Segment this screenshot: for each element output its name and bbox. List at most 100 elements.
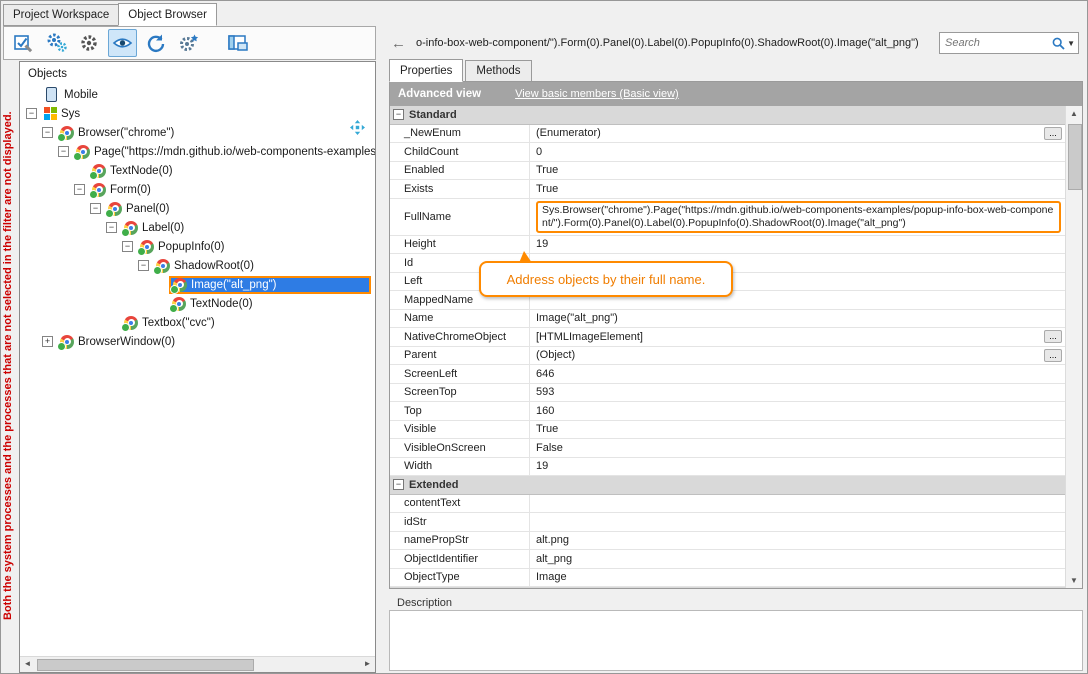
tree-node-body[interactable]: TextNode(0) [169,296,256,312]
tree-node[interactable]: −Sys [20,104,375,123]
property-row[interactable]: EnabledTrue [390,162,1065,181]
tree-horizontal-scrollbar[interactable]: ◄ ► [20,656,375,672]
property-value-text: alt.png [536,534,569,546]
tree-node-body[interactable]: Panel(0) [105,201,172,217]
property-row[interactable]: Parent(Object)... [390,347,1065,366]
properties-vertical-scrollbar[interactable]: ▲ ▼ [1065,106,1082,588]
property-row[interactable]: FullNameSys.Browser("chrome").Page("http… [390,199,1065,236]
collapse-icon[interactable]: − [393,109,404,120]
collapse-icon[interactable]: − [122,241,133,252]
collapse-icon[interactable]: − [58,146,69,157]
property-row[interactable]: NativeChromeObject[HTMLImageElement]... [390,328,1065,347]
search-dropdown-icon[interactable]: ▼ [1067,39,1075,48]
scroll-right-icon[interactable]: ► [360,657,375,671]
property-row[interactable]: Top160 [390,402,1065,421]
tab-project-workspace[interactable]: Project Workspace [3,4,119,26]
tree-node[interactable]: −PopupInfo(0) [20,237,375,256]
scroll-down-icon[interactable]: ▼ [1066,573,1082,588]
tree-root-label[interactable]: Objects [20,66,375,85]
property-name: Height [390,236,530,254]
ellipsis-button[interactable]: ... [1044,349,1062,362]
chrome-icon [124,316,138,330]
ellipsis-button[interactable]: ... [1044,127,1062,140]
property-row[interactable]: ObjectIdentifieralt_png [390,550,1065,569]
property-row[interactable]: idStr [390,513,1065,532]
property-row[interactable]: _NewEnum(Enumerator)... [390,125,1065,144]
tab-properties[interactable]: Properties [389,59,463,82]
map-object-button[interactable] [9,29,38,57]
search-icon[interactable] [1052,37,1065,50]
property-value: 646 [530,365,1065,383]
property-row[interactable]: Width19 [390,458,1065,477]
section-header-standard[interactable]: −Standard [390,106,1065,125]
property-row[interactable]: Height19 [390,236,1065,255]
tree-node[interactable]: −Page("https://mdn.github.io/web-compone… [20,142,375,161]
tools-button[interactable] [174,29,203,57]
search-input[interactable] [940,37,1052,49]
section-header-chrome[interactable]: −Chrome [390,587,1065,588]
tree-node-body[interactable]: Browser("chrome") [57,125,177,141]
tree-node-body[interactable]: Textbox("cvc") [121,315,218,331]
tree-node[interactable]: + BrowserWindow(0) [20,332,375,351]
scroll-left-icon[interactable]: ◄ [20,657,35,671]
tree-node-body[interactable]: ShadowRoot(0) [153,258,257,274]
property-row[interactable]: contentText [390,495,1065,514]
object-mapping-button[interactable] [42,29,71,57]
tab-object-browser[interactable]: Object Browser [118,3,217,26]
tree-node[interactable]: TextNode(0) [20,294,375,313]
property-row[interactable]: NameImage("alt_png") [390,310,1065,329]
tree-node[interactable]: −Panel(0) [20,199,375,218]
section-header-extended[interactable]: −Extended [390,476,1065,495]
collapse-icon[interactable]: − [393,479,404,490]
tree-node-body[interactable]: Mobile [41,86,101,103]
scrollbar-thumb[interactable] [1068,124,1082,190]
property-value: alt_png [530,550,1065,568]
collapse-icon[interactable]: − [26,108,37,119]
collapse-icon[interactable]: − [106,222,117,233]
locate-object-icon[interactable] [350,120,365,135]
refresh-button[interactable] [141,29,170,57]
scroll-up-icon[interactable]: ▲ [1066,106,1082,121]
tree-node-body[interactable]: PopupInfo(0) [137,239,228,255]
collapse-icon[interactable]: − [42,127,53,138]
property-row[interactable]: VisibleTrue [390,421,1065,440]
tree-node[interactable]: Mobile [20,85,375,104]
property-row[interactable]: ExistsTrue [390,180,1065,199]
property-row[interactable]: ScreenTop593 [390,384,1065,403]
address-bar: ← o-info-box-web-component/").Form(0).Pa… [391,31,1079,55]
tree-node[interactable]: −Form(0) [20,180,375,199]
back-arrow-icon[interactable]: ← [391,35,406,52]
basic-view-link[interactable]: View basic members (Basic view) [515,88,679,100]
tree-node[interactable]: Textbox("cvc") [20,313,375,332]
collapse-icon[interactable]: − [74,184,85,195]
object-tree: Objects Mobile−Sys−Browser("chrome")−Pag… [20,62,375,657]
settings-button[interactable] [75,29,104,57]
tree-node[interactable]: −ShadowRoot(0) [20,256,375,275]
tree-node-body[interactable]: Sys [41,106,83,121]
tree-node[interactable]: −Label(0) [20,218,375,237]
tree-node-body[interactable]: Page("https://mdn.github.io/web-componen… [73,144,375,160]
panels-button[interactable] [223,29,252,57]
collapse-icon[interactable]: − [138,260,149,271]
highlight-object-button[interactable] [108,29,137,57]
tree-node-body[interactable]: TextNode(0) [89,163,176,179]
tree-node-body[interactable]: BrowserWindow(0) [57,334,178,350]
expand-icon[interactable]: + [42,336,53,347]
property-row[interactable]: namePropStralt.png [390,532,1065,551]
property-row[interactable]: ChildCount0 [390,143,1065,162]
tree-node[interactable]: Image("alt_png") [20,275,375,294]
property-row[interactable]: VisibleOnScreenFalse [390,439,1065,458]
ellipsis-button[interactable]: ... [1044,330,1062,343]
property-row[interactable]: ObjectTypeImage [390,569,1065,588]
property-row[interactable]: ScreenLeft646 [390,365,1065,384]
property-grid: −Standard_NewEnum(Enumerator)...ChildCou… [390,106,1065,588]
tab-methods[interactable]: Methods [465,60,531,82]
tree-node[interactable]: TextNode(0) [20,161,375,180]
section-title: Extended [409,479,459,491]
collapse-icon[interactable]: − [90,203,101,214]
tree-node-body[interactable]: Image("alt_png") [169,276,371,294]
tree-node-body[interactable]: Label(0) [121,220,187,236]
scrollbar-thumb[interactable] [37,659,254,671]
tree-node-body[interactable]: Form(0) [89,182,154,198]
tree-node[interactable]: −Browser("chrome") [20,123,375,142]
